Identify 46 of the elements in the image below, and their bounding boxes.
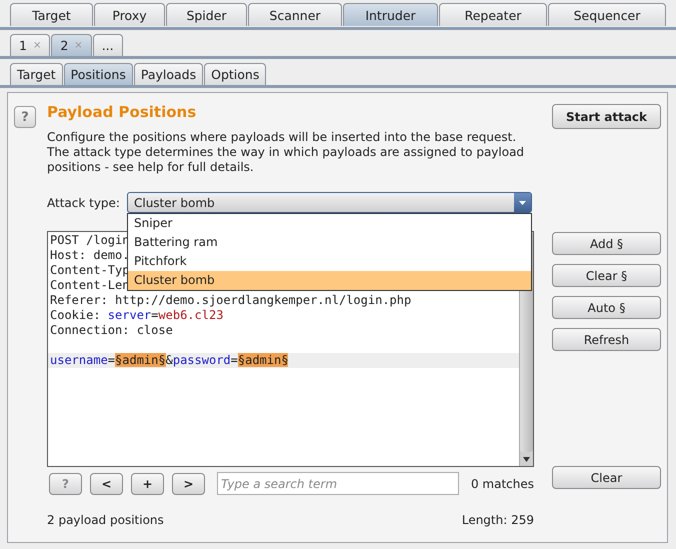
description-text: Configure the positions where payloads will be inserted into the base request. The attack type determines the way in which payloads are assigned to payload positions - see help for full details. xyxy=(47,130,526,175)
sub-tab[interactable]: Target xyxy=(10,63,63,85)
marker-button[interactable]: Add § xyxy=(552,232,661,255)
dropdown-option[interactable]: Battering ram xyxy=(128,233,531,252)
match-count: 0 matches xyxy=(470,476,534,490)
clear-button[interactable]: Clear xyxy=(552,466,661,489)
marker-button[interactable]: Clear § xyxy=(552,264,661,287)
request-line: Content-Typ xyxy=(50,263,130,278)
marker-button[interactable]: Auto § xyxy=(552,296,661,319)
request-line: Referer: http://demo.sjoerdlangkemper.nl/login.php xyxy=(50,293,412,308)
main-tab[interactable]: Proxy xyxy=(94,3,165,26)
marker-button[interactable]: Refresh xyxy=(552,328,661,351)
request-line: Cookie: server=web6.cl23 xyxy=(50,308,224,323)
main-tab[interactable]: Scanner xyxy=(248,3,342,26)
dropdown-option[interactable]: Sniper xyxy=(128,214,531,233)
payload-count: 2 payload positions xyxy=(47,513,164,527)
main-tab[interactable]: Repeater xyxy=(439,3,547,26)
request-tab[interactable]: ... xyxy=(92,34,123,56)
request-line: Host: demo. xyxy=(50,248,130,263)
tab-label: 2 xyxy=(60,38,68,53)
dropdown-option[interactable]: Pitchfork xyxy=(128,252,531,271)
request-line: username=§admin§&password=§admin§ xyxy=(50,353,288,368)
main-tab[interactable]: Intruder xyxy=(343,3,438,26)
search-nav-button[interactable]: + xyxy=(131,472,164,494)
dropdown-option[interactable]: Cluster bomb xyxy=(128,271,531,290)
request-length: Length: 259 xyxy=(462,513,534,527)
search-nav-button[interactable]: > xyxy=(172,472,205,494)
main-tab[interactable]: Spider xyxy=(166,3,247,26)
search-field[interactable]: Type a search term xyxy=(217,472,459,495)
section-title: Payload Positions xyxy=(47,102,198,122)
sub-tab[interactable]: Payloads xyxy=(134,63,204,85)
help-button[interactable]: ? xyxy=(14,106,36,128)
attack-type-label: Attack type: xyxy=(47,196,120,210)
tab-label: ... xyxy=(102,38,114,53)
start-attack-button[interactable]: Start attack xyxy=(552,104,661,129)
tab-label: 1 xyxy=(19,38,27,53)
attack-type-dropdown[interactable]: Cluster bomb xyxy=(126,192,532,213)
request-tab[interactable]: 1 × xyxy=(10,34,50,56)
search-nav-button[interactable]: < xyxy=(90,472,123,494)
main-tab[interactable]: Sequencer xyxy=(548,3,666,26)
main-tab[interactable]: Target xyxy=(10,3,93,26)
request-line: Content-Len xyxy=(50,278,130,293)
request-tab[interactable]: 2 × xyxy=(51,34,92,56)
sub-tab[interactable]: Positions xyxy=(64,63,133,85)
request-line: Connection: close xyxy=(50,323,173,338)
sub-tab[interactable]: Options xyxy=(204,63,266,85)
